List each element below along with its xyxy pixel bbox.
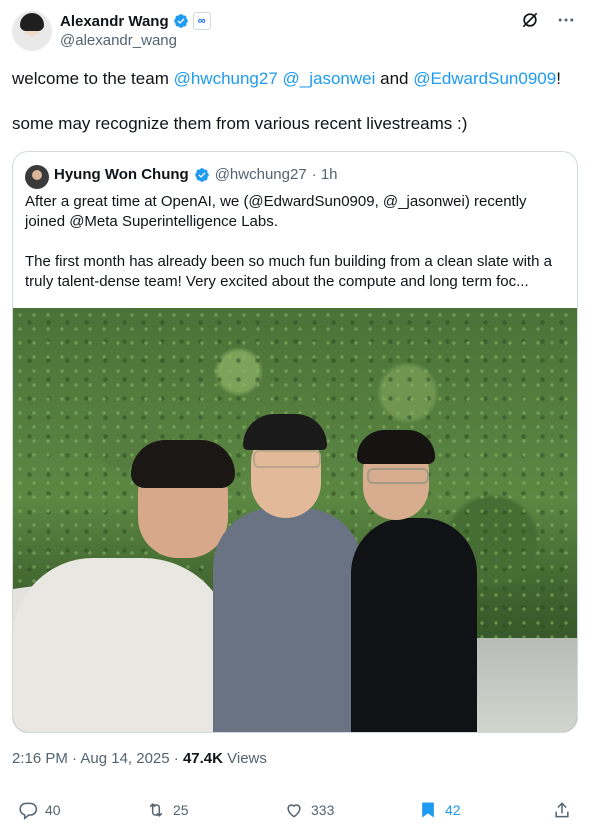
photo-person-right-glasses (367, 468, 429, 484)
repost-count: 25 (173, 802, 189, 818)
timestamp[interactable]: 2:16 PM · Aug 14, 2025 · (12, 750, 183, 767)
quote-paragraph-1: After a great time at OpenAI, we (@Edwar… (25, 193, 527, 230)
photo-person-middle-body (213, 508, 363, 732)
quote-photo[interactable] (13, 308, 577, 732)
author-name-row[interactable]: Alexandr Wang ∞ (60, 12, 211, 30)
quote-header: Hyung Won Chung @hwchung27 · 1h (54, 166, 338, 183)
mention-jasonwei[interactable]: @_jasonwei (283, 69, 376, 88)
tweet-text: welcome to the team @hwchung27 @_jasonwe… (12, 68, 580, 158)
tweet-text-segment: and (375, 69, 414, 88)
author-name[interactable]: Alexandr Wang (60, 13, 169, 30)
quote-time[interactable]: · 1h (312, 166, 338, 183)
quoted-tweet[interactable]: Hyung Won Chung @hwchung27 · 1h After a … (12, 151, 578, 733)
bookmark-button[interactable]: 42 (418, 790, 461, 830)
reply-button[interactable]: 40 (18, 790, 61, 830)
reply-icon (19, 802, 38, 820)
like-icon (287, 804, 301, 818)
views-count: 47.4K (182, 750, 223, 767)
more-icon[interactable] (556, 10, 576, 30)
quote-paragraph-2: The first month has already been so much… (25, 253, 552, 290)
tweet-line-1: welcome to the team @hwchung27 @_jasonwe… (12, 68, 580, 90)
reply-count: 40 (45, 802, 61, 818)
mention-hwchung27[interactable]: @hwchung27 (174, 69, 278, 88)
grok-icon[interactable] (520, 10, 540, 30)
photo-person-right-hair (357, 430, 435, 464)
bookmark-count: 42 (445, 802, 461, 818)
quote-text: After a great time at OpenAI, we (@Edwar… (25, 192, 565, 312)
repost-icon (149, 803, 163, 817)
verified-badge-icon (173, 14, 188, 28)
author-avatar[interactable] (12, 11, 52, 51)
tweet-text-segment: welcome to the team (12, 69, 174, 88)
like-button[interactable]: 333 (284, 790, 334, 830)
verified-badge-icon (194, 167, 209, 182)
quote-author-avatar[interactable] (25, 165, 49, 189)
photo-person-right-body (351, 518, 477, 732)
quote-author-handle[interactable]: @hwchung27 (215, 166, 307, 183)
meta-affiliate-icon[interactable]: ∞ (192, 12, 211, 30)
timestamp-line: 2:16 PM · Aug 14, 2025 · 47.4K Views (12, 750, 267, 767)
top-actions (520, 10, 576, 30)
action-bar: 40 25 333 42 (0, 790, 592, 830)
photo-person-middle-cap (243, 414, 327, 450)
quote-author-name[interactable]: Hyung Won Chung (54, 166, 189, 183)
share-icon (555, 802, 569, 818)
mention-edwardsun0909[interactable]: @EdwardSun0909 (413, 69, 556, 88)
share-button[interactable] (552, 790, 572, 830)
photo-person-middle-glasses (253, 450, 321, 468)
repost-button[interactable]: 25 (146, 790, 189, 830)
photo-person-left-hair (131, 440, 235, 488)
bookmark-icon (422, 802, 434, 818)
like-count: 333 (311, 802, 335, 818)
tweet-line-2: some may recognize them from various rec… (12, 114, 468, 133)
tweet-text-segment: ! (556, 69, 561, 88)
photo-person-left-body (13, 558, 233, 732)
views-label: Views (222, 750, 267, 767)
author-handle[interactable]: @alexandr_wang (60, 32, 177, 49)
